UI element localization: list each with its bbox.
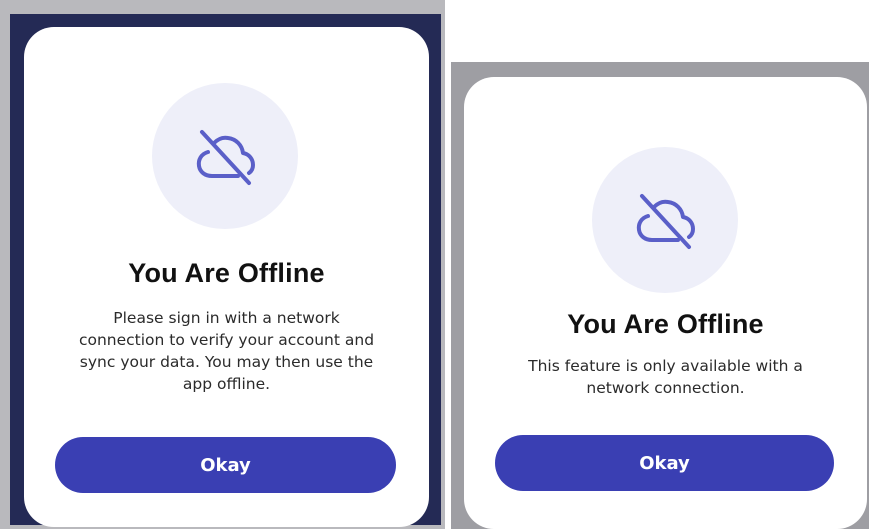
right-dialog-frame: You Are Offline This feature is only ava… [451, 62, 869, 529]
message-line: Please sign in with a network [113, 309, 340, 327]
message-line: This feature is only available with a [528, 357, 803, 375]
message-line: sync your data. You may then use the [79, 353, 374, 371]
dialog-message: Please sign in with a network connection… [52, 307, 402, 395]
left-dialog-frame: You Are Offline Please sign in with a ne… [0, 0, 445, 529]
offline-dialog-signin: You Are Offline Please sign in with a ne… [24, 27, 429, 527]
cloud-offline-icon [636, 194, 695, 249]
message-line: network connection. [586, 379, 745, 397]
message-line: app offline. [182, 375, 271, 393]
okay-button[interactable]: Okay [55, 437, 396, 493]
dialog-message: This feature is only available with a ne… [501, 355, 831, 399]
dialog-title: You Are Offline [128, 258, 325, 288]
cloud-offline-icon [196, 130, 255, 185]
icon-circle [152, 83, 298, 229]
screenshot-stage: You Are Offline Please sign in with a ne… [0, 0, 869, 529]
offline-dialog-feature: You Are Offline This feature is only ava… [464, 77, 867, 529]
icon-circle [592, 147, 738, 293]
message-line: connection to verify your account and [78, 331, 375, 349]
okay-button[interactable]: Okay [495, 435, 834, 491]
dialog-title: You Are Offline [567, 309, 764, 339]
